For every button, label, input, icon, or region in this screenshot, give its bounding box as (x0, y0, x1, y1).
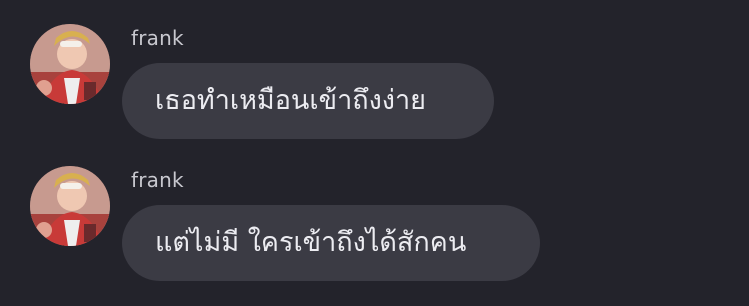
avatar-photo-icon (30, 24, 110, 104)
avatar[interactable] (30, 166, 110, 246)
message-bubble[interactable]: เธอทำเหมือนเข้าถึงง่าย (122, 63, 494, 139)
avatar-photo-icon (30, 166, 110, 246)
avatar[interactable] (30, 24, 110, 104)
message-bubble[interactable]: แต่ไม่มี ใครเข้าถึงได้สักคน (122, 205, 540, 281)
sender-name: frank (131, 168, 184, 192)
message-group: frank แต่ไม่มี ใครเข้าถึงได้สักคน (0, 160, 749, 300)
message-group: frank เธอทำเหมือนเข้าถึงง่าย (0, 18, 749, 158)
sender-name: frank (131, 26, 184, 50)
